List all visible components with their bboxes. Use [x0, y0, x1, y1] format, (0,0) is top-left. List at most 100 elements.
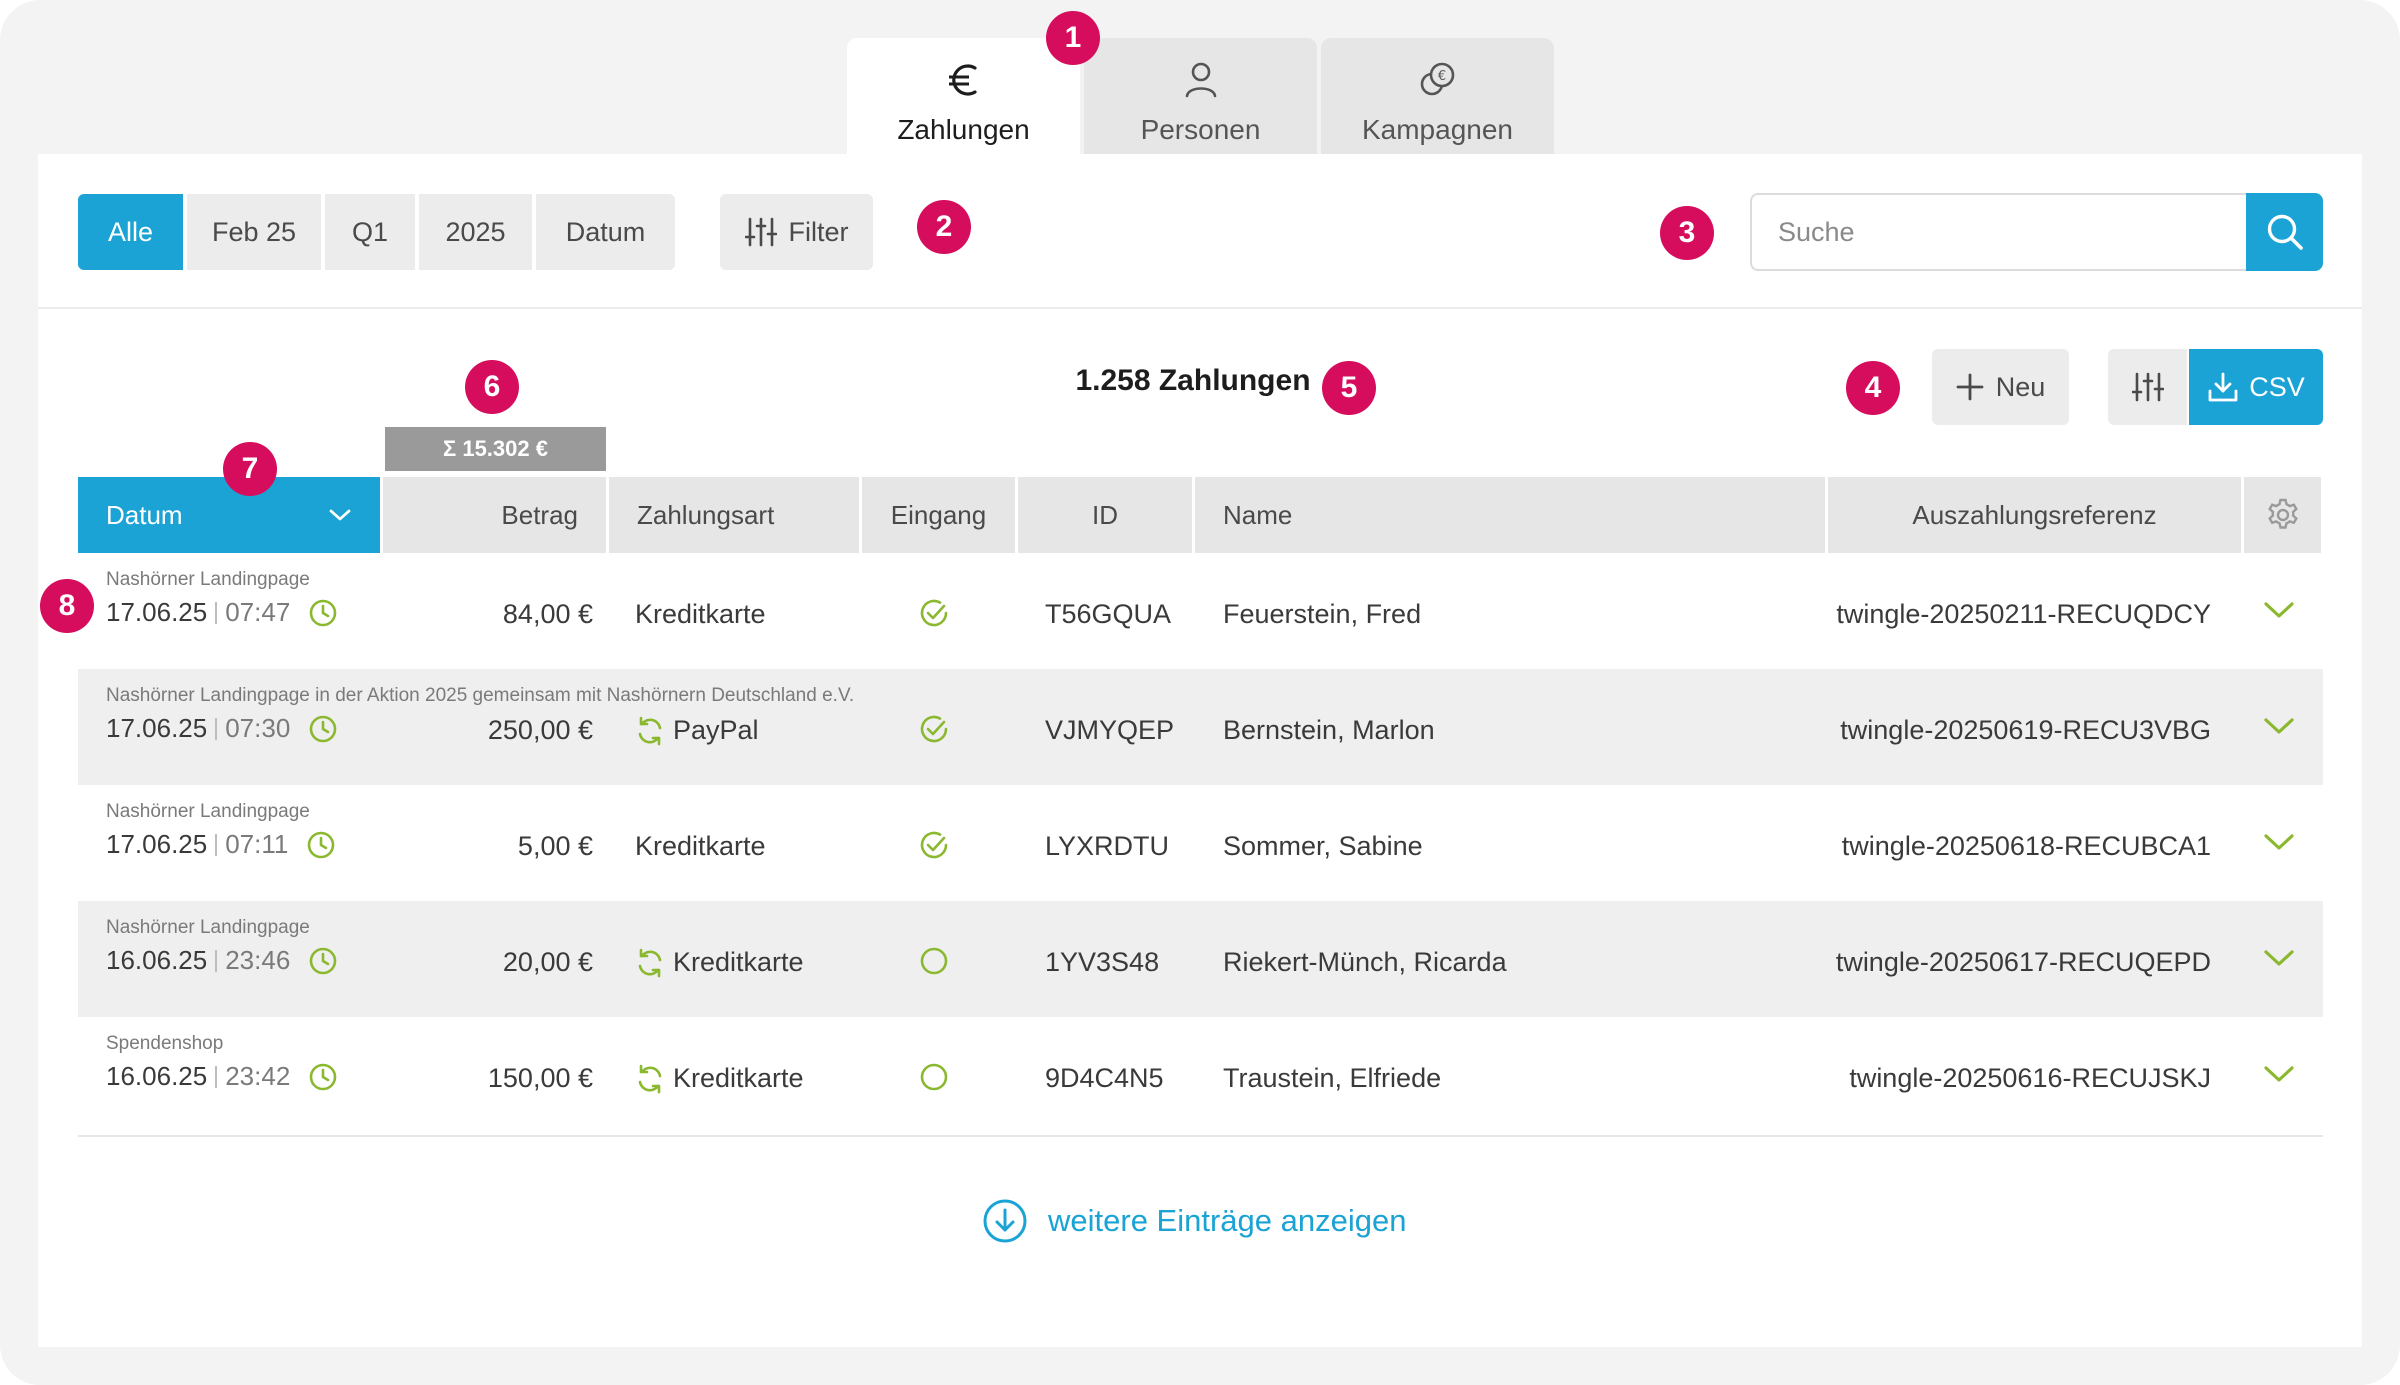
- row-reference: twingle-20250211-RECUQDCY: [1836, 599, 2211, 629]
- new-label: Neu: [1995, 371, 2046, 402]
- table-header: Datum Betrag Zahlungsart Eingang ID Name…: [78, 477, 2321, 553]
- period-feb-25[interactable]: Feb 25: [187, 194, 321, 270]
- search-button[interactable]: [2246, 193, 2323, 271]
- table-bottom-divider: [78, 1135, 2323, 1137]
- csv-label: CSV: [2249, 371, 2305, 402]
- method-label: Kreditkarte: [673, 1063, 804, 1093]
- pending-circle-icon: [918, 1061, 950, 1100]
- date-value: 17.06.25: [106, 713, 208, 743]
- tab-kampagnen[interactable]: € Kampagnen: [1321, 38, 1554, 154]
- table-row[interactable]: Spendenshop 16.06.25 23:42 150,00 € Kredi…: [78, 1017, 2323, 1133]
- annotation-badge-8: 8: [40, 579, 94, 633]
- chevron-down-icon[interactable]: [2262, 711, 2296, 746]
- header-divider: [38, 307, 2362, 309]
- table-row[interactable]: Nashörner Landingpage in der Aktion 2025…: [78, 669, 2323, 785]
- download-icon: [2207, 371, 2239, 403]
- load-more-link[interactable]: weitere Einträge anzeigen: [982, 1198, 1406, 1244]
- clock-icon: [308, 714, 338, 744]
- date-value: 17.06.25: [106, 597, 208, 627]
- load-more-label: weitere Einträge anzeigen: [1048, 1203, 1407, 1238]
- chevron-down-icon[interactable]: [2262, 595, 2296, 630]
- column-header-betrag[interactable]: Betrag: [383, 477, 606, 553]
- period-alle[interactable]: Alle: [78, 194, 183, 270]
- row-payment-method: Kreditkarte: [635, 599, 766, 630]
- annotation-badge-6: 6: [465, 360, 519, 414]
- method-label: Kreditkarte: [673, 947, 804, 977]
- tab-label: Kampagnen: [1361, 114, 1513, 145]
- row-id: T56GQUA: [1045, 599, 1172, 629]
- period-filter-group: Alle Feb 25 Q1 2025 Datum: [78, 194, 679, 270]
- time-value: 07:11: [225, 829, 289, 859]
- recurring-icon: [635, 1064, 665, 1094]
- time-value: 07:47: [225, 597, 291, 627]
- time-value: 07:30: [225, 713, 291, 743]
- search-input[interactable]: [1750, 193, 2246, 271]
- period-2025[interactable]: 2025: [419, 194, 532, 270]
- row-name: Bernstein, Marlon: [1223, 715, 1435, 745]
- column-label: Datum: [106, 499, 183, 530]
- table-row[interactable]: Nashörner Landingpage 16.06.25 23:46 20,0…: [78, 901, 2323, 1017]
- pending-circle-icon: [918, 945, 950, 984]
- column-header-eingang[interactable]: Eingang: [862, 477, 1015, 553]
- row-source: Nashörner Landingpage: [106, 569, 310, 590]
- clock-icon: [308, 946, 338, 976]
- chevron-down-icon[interactable]: [2262, 943, 2296, 978]
- received-check-icon: [918, 597, 950, 636]
- search-icon: [2265, 212, 2305, 252]
- clock-icon: [308, 598, 338, 628]
- column-header-datum[interactable]: Datum: [78, 477, 380, 553]
- row-amount: 84,00 €: [502, 599, 593, 629]
- chevron-down-icon[interactable]: [2262, 827, 2296, 862]
- received-check-icon: [918, 829, 950, 868]
- row-reference: twingle-20250618-RECUBCA1: [1841, 831, 2211, 861]
- new-payment-button[interactable]: Neu: [1932, 349, 2069, 425]
- table-settings-button[interactable]: [2244, 477, 2321, 553]
- table-body: Nashörner Landingpage 17.06.25 07:47 84,0…: [78, 553, 2323, 1133]
- table-row[interactable]: Nashörner Landingpage 17.06.25 07:11 5,00…: [78, 785, 2323, 901]
- column-header-auszahlungsreferenz[interactable]: Auszahlungsreferenz: [1828, 477, 2241, 553]
- table-row[interactable]: Nashörner Landingpage 17.06.25 07:47 84,0…: [78, 553, 2323, 669]
- plus-icon: [1956, 373, 1984, 401]
- date-value: 17.06.25: [106, 829, 208, 859]
- method-label: Kreditkarte: [635, 831, 766, 861]
- row-source: Nashörner Landingpage in der Aktion 2025…: [106, 685, 855, 706]
- chevron-down-icon: [328, 507, 352, 523]
- tab-label: Zahlungen: [897, 114, 1030, 145]
- row-name: Feuerstein, Fred: [1223, 599, 1422, 629]
- column-header-zahlungsart[interactable]: Zahlungsart: [609, 477, 859, 553]
- main-tabs: Zahlungen Personen € Kampagnen: [847, 38, 1558, 154]
- column-header-name[interactable]: Name: [1195, 477, 1825, 553]
- tab-zahlungen[interactable]: Zahlungen: [847, 38, 1080, 154]
- period-datum[interactable]: Datum: [536, 194, 675, 270]
- period-q1[interactable]: Q1: [325, 194, 415, 270]
- date-value: 16.06.25: [106, 1061, 208, 1091]
- annotation-badge-7: 7: [223, 442, 277, 496]
- clock-icon: [306, 830, 336, 860]
- campaign-coins-icon: €: [1418, 58, 1458, 102]
- row-payment-method: Kreditkarte: [635, 831, 766, 862]
- search-bar: [1750, 193, 2323, 271]
- row-reference: twingle-20250616-RECUJSKJ: [1849, 1063, 2211, 1093]
- annotation-badge-1: 1: [1046, 11, 1100, 65]
- annotation-badge-2: 2: [917, 200, 971, 254]
- row-name: Riekert-Münch, Ricarda: [1223, 947, 1507, 977]
- clock-icon: [308, 1062, 338, 1092]
- method-label: Kreditkarte: [635, 599, 766, 629]
- payment-count: 1.258 Zahlungen: [1075, 364, 1311, 397]
- tab-label: Personen: [1140, 114, 1261, 145]
- row-source: Nashörner Landingpage: [106, 801, 310, 822]
- row-id: 9D4C4N5: [1045, 1063, 1164, 1093]
- column-settings-button[interactable]: [2108, 349, 2187, 425]
- row-reference: twingle-20250617-RECUQEPD: [1835, 947, 2211, 977]
- tab-personen[interactable]: Personen: [1084, 38, 1317, 154]
- csv-export-button[interactable]: CSV: [2189, 349, 2323, 425]
- row-amount: 250,00 €: [487, 715, 593, 745]
- column-header-id[interactable]: ID: [1018, 477, 1192, 553]
- chevron-down-icon[interactable]: [2262, 1059, 2296, 1094]
- annotation-badge-5: 5: [1322, 361, 1376, 415]
- date-value: 16.06.25: [106, 945, 208, 975]
- person-icon: [1184, 58, 1218, 102]
- svg-text:€: €: [1437, 69, 1445, 84]
- recurring-icon: [635, 948, 665, 978]
- filter-button[interactable]: Filter: [720, 194, 873, 270]
